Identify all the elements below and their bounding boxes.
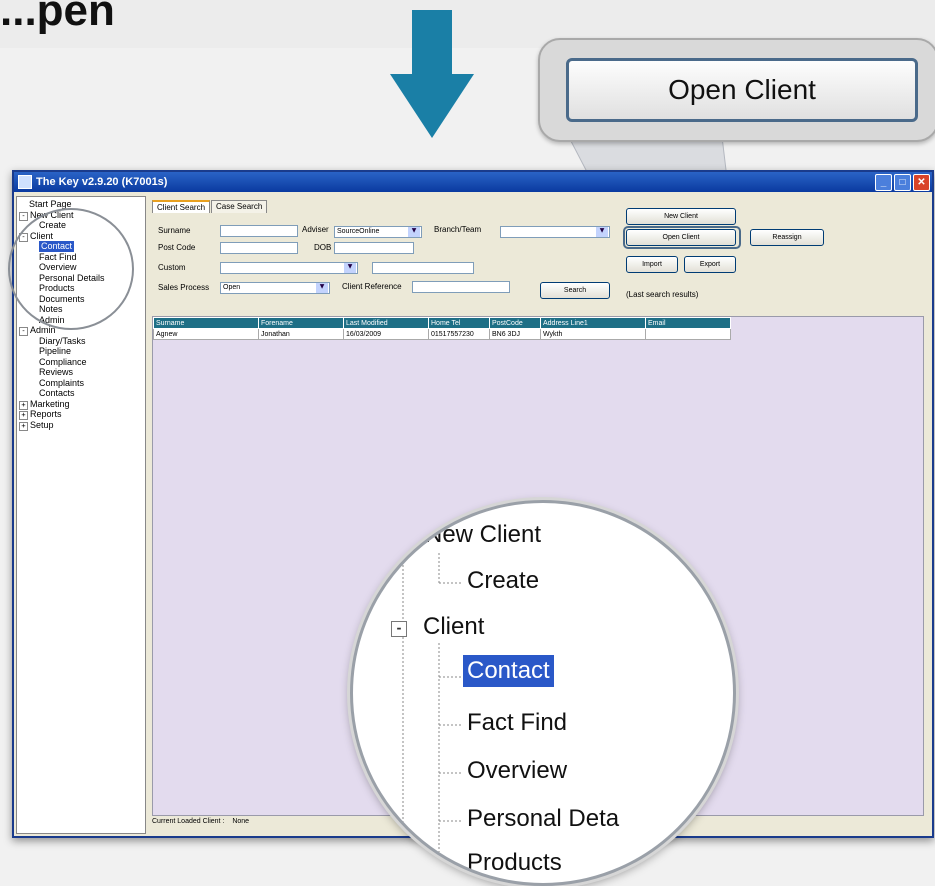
- custom-select[interactable]: ▼: [220, 262, 358, 274]
- tree-item-label: Reports: [30, 409, 62, 419]
- magnifier-item-client: Client: [423, 613, 485, 640]
- last-search-label: (Last search results): [626, 290, 699, 299]
- collapse-icon[interactable]: -: [19, 211, 28, 221]
- table-cell: 16/03/2009: [343, 328, 429, 340]
- column-header[interactable]: Home Tel: [428, 317, 490, 329]
- dob-label: DOB: [314, 243, 332, 252]
- tree-item-label: Compliance: [39, 356, 87, 367]
- magnifier-lens: New Client Create - Client Contact Fact …: [350, 500, 736, 886]
- column-header[interactable]: Surname: [153, 317, 259, 329]
- tree-item-label: Setup: [30, 419, 54, 430]
- magnifier-item-fact-find: Fact Find: [467, 709, 568, 736]
- client-reference-input[interactable]: [412, 281, 510, 293]
- loaded-client-value: None: [232, 818, 250, 825]
- tab-case-search[interactable]: Case Search: [211, 200, 268, 213]
- chevron-down-icon: ▼: [596, 227, 608, 237]
- tree-item-label: Reviews: [39, 367, 74, 377]
- export-button[interactable]: Export: [684, 256, 736, 273]
- custom-label: Custom: [158, 263, 186, 272]
- table-cell: 01517557230: [428, 328, 490, 340]
- client-reference-label: Client Reference: [342, 282, 402, 291]
- tree-item[interactable]: Reviews: [39, 367, 73, 378]
- chevron-down-icon: ▼: [344, 263, 356, 273]
- table-cell: BN6 3DJ: [489, 328, 541, 340]
- close-icon[interactable]: ✕: [913, 174, 930, 191]
- tree-item[interactable]: Diary/Tasks: [39, 336, 86, 347]
- new-client-button[interactable]: New Client: [626, 208, 736, 225]
- title-bar: The Key v2.9.20 (K7001s) _ □ ✕: [14, 172, 932, 192]
- dob-input[interactable]: [334, 242, 414, 254]
- sales-process-label: Sales Process: [158, 283, 210, 292]
- tree-item-label: Marketing: [30, 398, 70, 409]
- tree-item[interactable]: + Reports: [19, 409, 62, 420]
- column-header[interactable]: Last Modified: [343, 317, 429, 329]
- table-cell: Jonathan: [258, 328, 344, 340]
- sales-process-value: Open: [223, 284, 241, 291]
- postcode-label: Post Code: [158, 243, 196, 252]
- table-cell: Agnew: [153, 328, 259, 340]
- tree-item[interactable]: Compliance: [39, 357, 87, 368]
- column-header[interactable]: Email: [645, 317, 731, 329]
- magnifier-item-create: Create: [467, 567, 540, 594]
- tree-item-label: Pipeline: [39, 346, 72, 356]
- tree-item-label: Diary/Tasks: [39, 335, 86, 346]
- postcode-input[interactable]: [220, 242, 298, 254]
- surname-input[interactable]: [220, 225, 298, 237]
- chevron-down-icon: ▼: [316, 283, 328, 293]
- tree-item-label: Complaints: [39, 377, 85, 388]
- table-row[interactable]: Agnew Jonathan 16/03/2009 01517557230 BN6 3D…: [153, 328, 731, 340]
- tree-item[interactable]: Complaints: [39, 378, 84, 389]
- search-button[interactable]: Search: [540, 282, 610, 299]
- column-header[interactable]: Forename: [258, 317, 344, 329]
- results-table: Surname Forename Last Modified Home Tel Post…: [153, 317, 731, 340]
- open-client-button[interactable]: Open Client: [626, 229, 736, 246]
- app-icon: [18, 175, 32, 189]
- branch-label: Branch/Team: [434, 225, 482, 234]
- magnifier-item-contact: Contact: [463, 655, 554, 687]
- loaded-client-label: Current Loaded Client :: [152, 818, 225, 825]
- maximize-icon[interactable]: □: [894, 174, 911, 191]
- reassign-button[interactable]: Reassign: [750, 229, 824, 246]
- tab-client-search[interactable]: Client Search: [152, 200, 211, 213]
- status-bar: Current Loaded Client : None: [152, 818, 249, 825]
- window-title: The Key v2.9.20 (K7001s): [36, 176, 168, 188]
- branch-select[interactable]: ▼: [500, 226, 610, 238]
- adviser-select[interactable]: SourceOnline ▼: [334, 226, 422, 238]
- magnifier-item-personal-details: Personal Deta: [467, 805, 620, 832]
- import-button[interactable]: Import: [626, 256, 678, 273]
- banner-heading: ...pen: [0, 0, 115, 35]
- column-header[interactable]: PostCode: [489, 317, 541, 329]
- magnifier-item-new-client: New Client: [425, 521, 542, 548]
- custom-value-input[interactable]: [372, 262, 474, 274]
- collapse-icon[interactable]: -: [391, 621, 407, 637]
- table-cell: Wykth: [540, 328, 646, 340]
- tree-item[interactable]: Pipeline: [39, 346, 71, 357]
- adviser-value: SourceOnline: [337, 228, 380, 235]
- surname-label: Surname: [158, 226, 191, 235]
- chevron-down-icon: ▼: [408, 227, 420, 237]
- magnifier-item-overview: Overview: [467, 757, 568, 784]
- down-arrow-icon: [390, 10, 474, 138]
- callout-open-client-button[interactable]: Open Client: [566, 58, 918, 122]
- expand-icon[interactable]: +: [19, 421, 28, 431]
- sales-process-select[interactable]: Open ▼: [220, 282, 330, 294]
- magnifier-item-products: Products: [467, 849, 562, 876]
- collapse-icon[interactable]: -: [19, 327, 28, 336]
- tree-item[interactable]: Contacts: [39, 388, 75, 399]
- column-header[interactable]: Address Line1: [540, 317, 646, 329]
- table-cell: [645, 328, 731, 340]
- adviser-label: Adviser: [302, 225, 329, 234]
- tree-item[interactable]: + Marketing: [19, 399, 70, 410]
- minimize-icon[interactable]: _: [875, 174, 892, 191]
- tree-item-label: Contacts: [39, 388, 75, 398]
- tree-zoom-ring: [8, 208, 134, 330]
- tree-item[interactable]: + Setup: [19, 420, 54, 431]
